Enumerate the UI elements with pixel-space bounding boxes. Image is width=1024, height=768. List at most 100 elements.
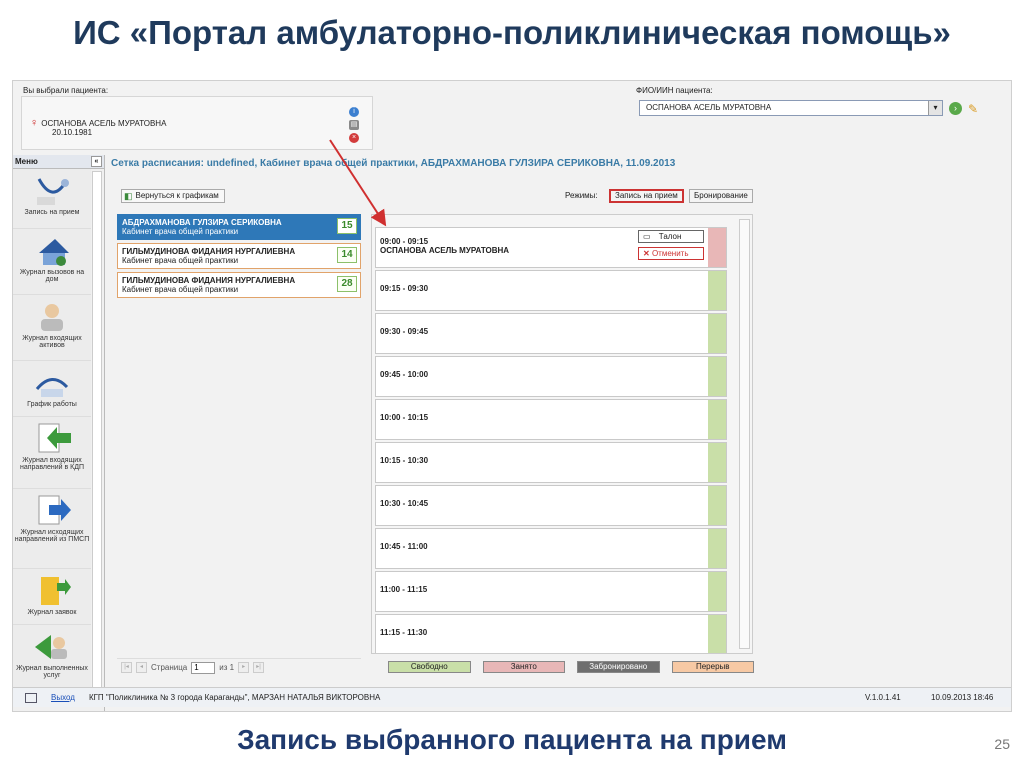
time-slot-grid: 09:00 - 09:15 ОСПАНОВА АСЕЛЬ МУРАТОВНА ▭… (371, 214, 753, 654)
menu-item-label: Журнал входящих направлений в КДП (19, 457, 84, 471)
slot-status-busy (708, 228, 726, 267)
pager: |◂ ◂ Страница 1 из 1 ▸ ▸| (117, 658, 361, 676)
slots-scrollbar[interactable] (739, 219, 750, 649)
time-slot[interactable]: 10:15 - 10:30 (375, 442, 727, 483)
doctor-room: Кабинет врача общей практики (122, 256, 239, 265)
first-page-icon[interactable]: |◂ (121, 662, 132, 673)
fio-label: ФИО/ИИН пациента: (636, 86, 713, 95)
prev-page-icon[interactable]: ◂ (136, 662, 147, 673)
slide-number: 25 (994, 736, 1010, 752)
time-slot[interactable]: 10:30 - 10:45 (375, 485, 727, 526)
print-icon[interactable]: ▤ (349, 120, 359, 130)
slot-status-free (708, 400, 726, 439)
menu-item-incoming-referrals[interactable]: Журнал входящих направлений в КДП (13, 417, 91, 489)
time-slot[interactable]: 09:00 - 09:15 ОСПАНОВА АСЕЛЬ МУРАТОВНА ▭… (375, 227, 727, 268)
cancel-label: Отменить (651, 249, 689, 258)
exit-link[interactable]: Выход (51, 693, 75, 702)
time-slot[interactable]: 09:30 - 09:45 (375, 313, 727, 354)
patient-search-select[interactable]: ОСПАНОВА АСЕЛЬ МУРАТОВНА ▾ (639, 100, 943, 116)
confirm-icon[interactable]: › (949, 102, 962, 115)
menu-item-incoming-actives[interactable]: Журнал входящих активов (13, 295, 91, 361)
time-slot[interactable]: 11:15 - 11:30 (375, 614, 727, 653)
info-icon[interactable]: i (349, 107, 359, 117)
stethoscope-icon (37, 178, 69, 205)
slot-status-free (708, 615, 726, 653)
slide: ИС «Портал амбулаторно-поликлиническая п… (0, 0, 1024, 768)
slot-status-free (708, 271, 726, 310)
next-page-icon[interactable]: ▸ (238, 662, 250, 673)
slide-caption: Запись выбранного пациента на прием (237, 724, 787, 755)
menu-item-label: Журнал заявок (27, 609, 77, 616)
slot-status-free (708, 572, 726, 611)
outgoing-document-icon (38, 495, 71, 525)
menu-item-completed-services[interactable]: Журнал выполненных услуг (13, 625, 91, 693)
menu-item-outgoing-referrals[interactable]: Журнал исходящих направлений из ПМСП (13, 489, 91, 569)
schedule-title: Сетка расписания: undefined, Кабинет вра… (111, 158, 676, 169)
talon-button[interactable]: ▭ Талон (638, 230, 704, 243)
doctor-name: АБДРАХМАНОВА ГУЛЗИРА СЕРИКОВНА (122, 218, 282, 227)
collapse-icon[interactable]: « (91, 156, 102, 167)
slot-time: 10:30 - 10:45 (380, 499, 429, 508)
schedule-icon (35, 378, 69, 397)
time-slot[interactable]: 10:45 - 11:00 (375, 528, 727, 569)
talon-label: Талон (658, 232, 682, 241)
remove-icon[interactable]: × (349, 133, 359, 143)
page-of-label: из 1 (219, 663, 235, 672)
doctor-item[interactable]: АБДРАХМАНОВА ГУЛЗИРА СЕРИКОВНА Кабинет в… (117, 214, 361, 240)
legend-break: Перерыв (671, 661, 754, 673)
legend-free: Свободно (388, 661, 471, 673)
slot-status-free (708, 529, 726, 568)
slot-time: 10:15 - 10:30 (380, 456, 429, 465)
menu-item-label: График работы (27, 401, 77, 408)
doctor-name: ГИЛЬМУДИНОВА ФИДАНИЯ НУРГАЛИЕВНА (122, 276, 296, 285)
menu-scrollbar[interactable] (92, 171, 102, 691)
cancel-appointment-button[interactable]: ✕ Отменить (638, 247, 704, 260)
time-slot[interactable]: 10:00 - 10:15 (375, 399, 727, 440)
selected-patient-box: ♀ ОСПАНОВА АСЕЛЬ МУРАТОВНА 20.10.1981 i … (21, 96, 373, 150)
slot-status-free (708, 443, 726, 482)
time-slot[interactable]: 09:45 - 10:00 (375, 356, 727, 397)
mode-appointment-button[interactable]: Запись на прием (609, 189, 684, 203)
menu-item-appointment[interactable]: Запись на прием (13, 169, 91, 229)
slot-time: 10:45 - 11:00 (380, 542, 428, 551)
menu-item-label: Журнал вызовов на дом (19, 269, 85, 283)
female-icon: ♀ (30, 117, 39, 129)
selected-patient-label: Вы выбрали пациента: (23, 86, 109, 95)
back-to-schedules-button[interactable]: ◧ Вернуться к графикам (121, 189, 225, 203)
doctor-list: АБДРАХМАНОВА ГУЛЗИРА СЕРИКОВНА Кабинет в… (117, 214, 361, 664)
doctor-slot-count: 28 (337, 276, 357, 292)
menu-item-requests[interactable]: Журнал заявок (13, 569, 91, 625)
pencil-icon[interactable]: ✎ (968, 102, 978, 116)
modes-label: Режимы: (565, 191, 598, 200)
organization-user: КГП "Поликлиника № 3 города Караганды", … (88, 693, 381, 702)
slot-status-free (708, 486, 726, 525)
last-page-icon[interactable]: ▸| (253, 662, 265, 673)
menu-header: Меню « (13, 155, 104, 169)
house-call-icon (39, 239, 69, 266)
slot-time: 09:30 - 09:45 (380, 327, 429, 336)
patient-dob: 20.10.1981 (52, 128, 93, 137)
doctor-item[interactable]: ГИЛЬМУДИНОВА ФИДАНИЯ НУРГАЛИЕВНА Кабинет… (117, 272, 361, 298)
doctor-item[interactable]: ГИЛЬМУДИНОВА ФИДАНИЯ НУРГАЛИЕВНА Кабинет… (117, 243, 361, 269)
slot-time: 10:00 - 10:15 (380, 413, 429, 422)
ticket-icon: ▭ (643, 232, 651, 241)
mode-booking-button[interactable]: Бронирование (689, 189, 753, 203)
menu-item-home-calls[interactable]: Журнал вызовов на дом (13, 229, 91, 295)
services-icon (35, 635, 67, 659)
slot-status-free (708, 357, 726, 396)
slot-time: 11:15 - 11:30 (380, 628, 428, 637)
slot-time: 09:15 - 09:30 (380, 284, 429, 293)
page-input[interactable]: 1 (191, 661, 216, 674)
slot-time: 09:45 - 10:00 (380, 370, 429, 379)
slide-title: ИС «Портал амбулаторно-поликлиническая п… (73, 14, 951, 51)
current-datetime: 10.09.2013 18:46 (931, 693, 994, 702)
doctor-icon (41, 304, 63, 331)
chevron-down-icon[interactable]: ▾ (928, 101, 942, 115)
menu-item-label: Журнал выполненных услуг (16, 665, 88, 679)
back-icon: ◧ (124, 191, 133, 201)
time-slot[interactable]: 09:15 - 09:30 (375, 270, 727, 311)
selected-patient-name: ♀ ОСПАНОВА АСЕЛЬ МУРАТОВНА (30, 117, 166, 129)
time-slot[interactable]: 11:00 - 11:15 (375, 571, 727, 612)
menu-item-label: Журнал исходящих направлений из ПМСП (14, 529, 90, 543)
menu-item-schedule[interactable]: График работы (13, 361, 91, 417)
